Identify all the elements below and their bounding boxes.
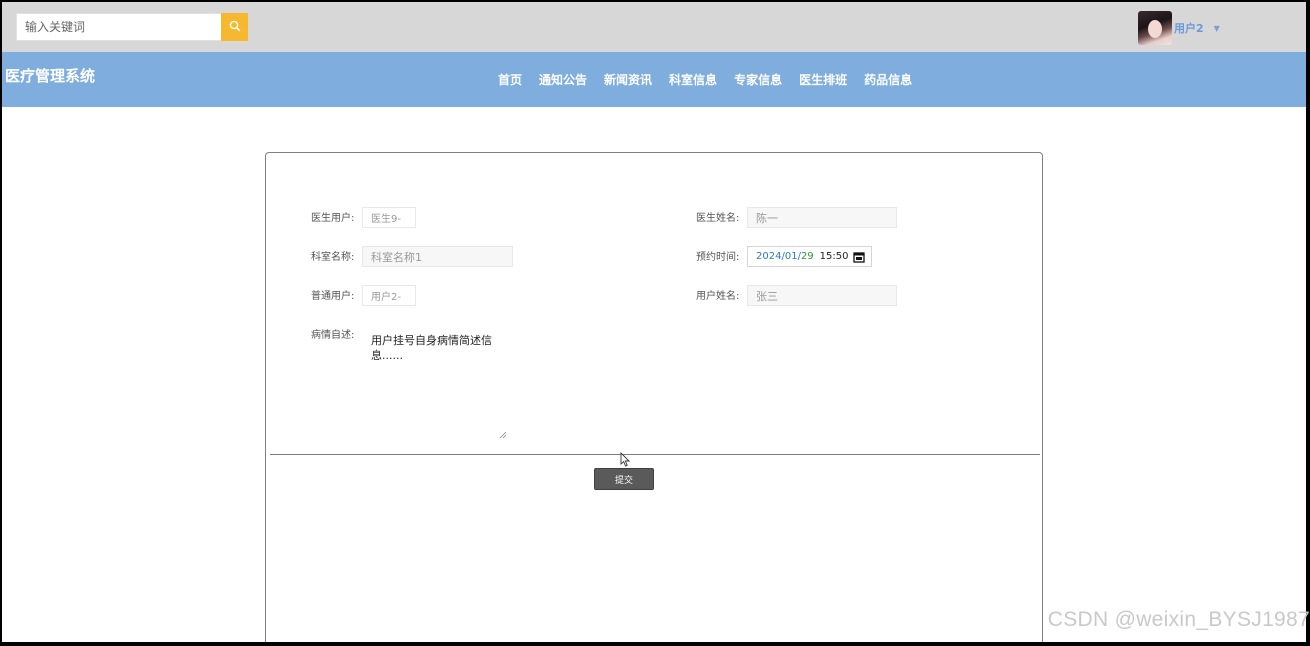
form-divider — [270, 454, 1040, 455]
doctor-account-label: 医生用户: — [311, 213, 355, 224]
user-name-label: 用户姓名: — [696, 291, 740, 302]
appointment-day[interactable]: 29 — [801, 251, 814, 262]
appointment-time-label: 预约时间: — [696, 252, 740, 263]
appointment-year[interactable]: 2024 — [756, 251, 781, 262]
nav-item-experts[interactable]: 专家信息 — [734, 71, 782, 88]
nav-item-medicines[interactable]: 药品信息 — [864, 71, 912, 88]
nav-item-home[interactable]: 首页 — [498, 71, 522, 88]
user-name-field[interactable]: 张三 — [747, 285, 897, 306]
user-name[interactable]: 用户2 — [1174, 20, 1204, 36]
department-field[interactable]: 科室名称1 — [362, 246, 513, 267]
doctor-account-field[interactable]: 医生9- — [362, 207, 416, 228]
appointment-form-card: 医生用户: 医生9- 医生姓名: 陈一 科室名称: 科室名称1 预约时间: 20… — [265, 152, 1043, 642]
department-label: 科室名称: — [311, 252, 355, 263]
user-account-label: 普通用户: — [311, 291, 355, 302]
search-box — [16, 13, 248, 41]
nav-item-doctor-schedule[interactable]: 医生排班 — [799, 71, 847, 88]
user-menu[interactable]: 用户2 ▼ — [1138, 11, 1220, 45]
search-icon — [229, 20, 241, 35]
doctor-name-label: 医生姓名: — [696, 213, 740, 224]
appointment-datetime-input[interactable]: 2024/01/29 15:50 — [747, 246, 872, 267]
condition-description-label: 病情自述: — [311, 330, 355, 341]
top-bar: 用户2 ▼ — [2, 2, 1306, 52]
chevron-down-icon[interactable]: ▼ — [1214, 24, 1220, 33]
user-account-field[interactable]: 用户2- — [362, 285, 416, 306]
resize-handle-icon[interactable] — [499, 424, 507, 443]
site-logo-title[interactable]: 医疗管理系统 — [5, 65, 95, 86]
nav-item-departments[interactable]: 科室信息 — [669, 71, 717, 88]
doctor-name-field[interactable]: 陈一 — [747, 207, 897, 228]
avatar[interactable] — [1138, 11, 1172, 45]
nav-item-notices[interactable]: 通知公告 — [539, 71, 587, 88]
submit-button[interactable]: 提交 — [594, 468, 654, 490]
condition-description-textarea[interactable]: 用户挂号自身病情简述信息...... — [363, 326, 508, 434]
search-input[interactable] — [16, 13, 221, 41]
calendar-icon[interactable] — [853, 251, 865, 266]
main-navbar: 医疗管理系统 首页 通知公告 新闻资讯 科室信息 专家信息 医生排班 药品信息 — [2, 52, 1306, 107]
main-nav: 首页 通知公告 新闻资讯 科室信息 专家信息 医生排班 药品信息 — [498, 71, 929, 88]
nav-item-news[interactable]: 新闻资讯 — [604, 71, 652, 88]
watermark: CSDN @weixin_BYSJ1987 — [1047, 608, 1310, 631]
appointment-month[interactable]: 01 — [785, 251, 798, 262]
appointment-time[interactable]: 15:50 — [820, 251, 849, 262]
search-button[interactable] — [221, 13, 248, 41]
mouse-cursor-icon — [620, 451, 631, 471]
browser-page: 用户2 ▼ 医疗管理系统 首页 通知公告 新闻资讯 科室信息 专家信息 医生排班… — [2, 2, 1306, 642]
